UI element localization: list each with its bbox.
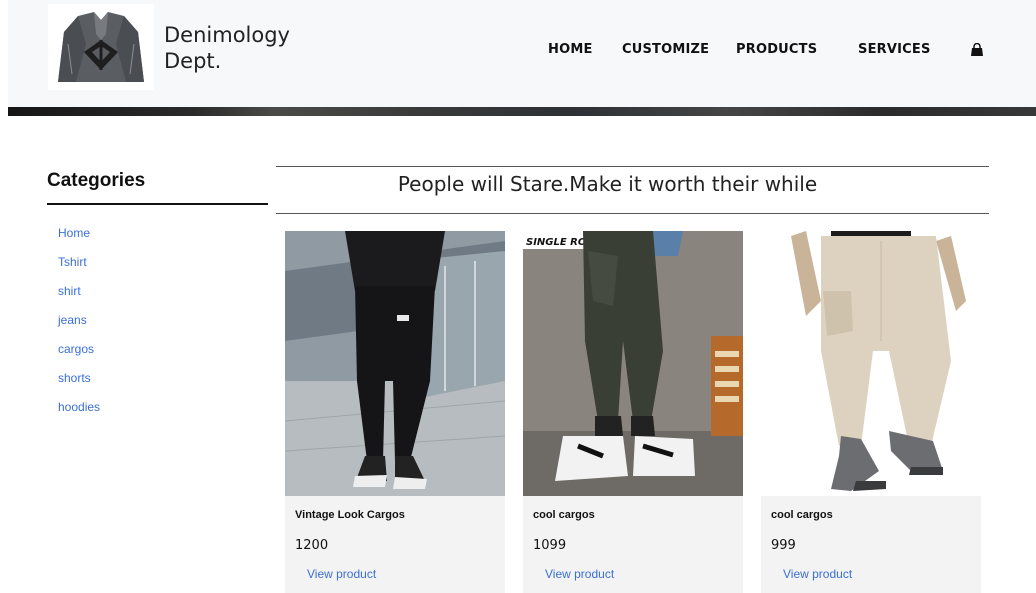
product-price: 999 [771,538,796,553]
category-item-home[interactable]: Home [58,226,100,255]
categories-title: Categories [47,170,146,191]
brand-name[interactable]: Denimology Dept. [164,22,344,74]
nav-services[interactable]: SERVICES [858,42,931,57]
category-item-tshirt[interactable]: Tshirt [58,255,100,284]
nav-customize[interactable]: CUSTOMIZE [622,42,709,57]
product-card[interactable]: cool cargos 999 View product [761,231,981,593]
category-list: Home Tshirt shirt jeans cargos shorts ho… [58,226,100,429]
tagline-divider-top [276,166,989,167]
product-name: cool cargos [771,509,833,521]
category-item-cargos[interactable]: cargos [58,342,100,371]
product-price: 1099 [533,538,567,553]
brand-name-line1: Denimology [164,23,290,47]
product-card[interactable]: Vintage Look Cargos 1200 View product [285,231,505,593]
product-name: cool cargos [533,509,595,521]
brand-name-line2: Dept. [164,49,222,73]
brand-logo[interactable] [48,4,154,90]
jacket-logo-icon [48,4,154,90]
view-product-link[interactable]: View product [545,567,614,581]
product-image[interactable] [285,231,505,496]
category-item-hoodies[interactable]: hoodies [58,400,100,429]
view-product-link[interactable]: View product [307,567,376,581]
view-product-link[interactable]: View product [783,567,852,581]
product-name: Vintage Look Cargos [295,509,405,521]
category-item-shirt[interactable]: shirt [58,284,100,313]
category-item-shorts[interactable]: shorts [58,371,100,400]
site-header: Denimology Dept. HOME CUSTOMIZE PRODUCTS… [8,0,1036,107]
nav-home[interactable]: HOME [548,42,593,57]
categories-divider [47,203,268,205]
hero-banner-strip [8,107,1036,116]
tagline-divider-bottom [276,213,989,214]
product-image[interactable] [761,231,981,496]
page-tagline: People will Stare.Make it worth their wh… [397,172,818,196]
category-item-jeans[interactable]: jeans [58,313,100,342]
product-card[interactable]: SINGLE ROAD cool cargos 1099 View produc… [523,231,743,593]
nav-products[interactable]: PRODUCTS [736,42,817,57]
product-image[interactable]: SINGLE ROAD [523,231,743,496]
product-price: 1200 [295,538,329,553]
shopping-bag-icon[interactable] [970,43,984,57]
